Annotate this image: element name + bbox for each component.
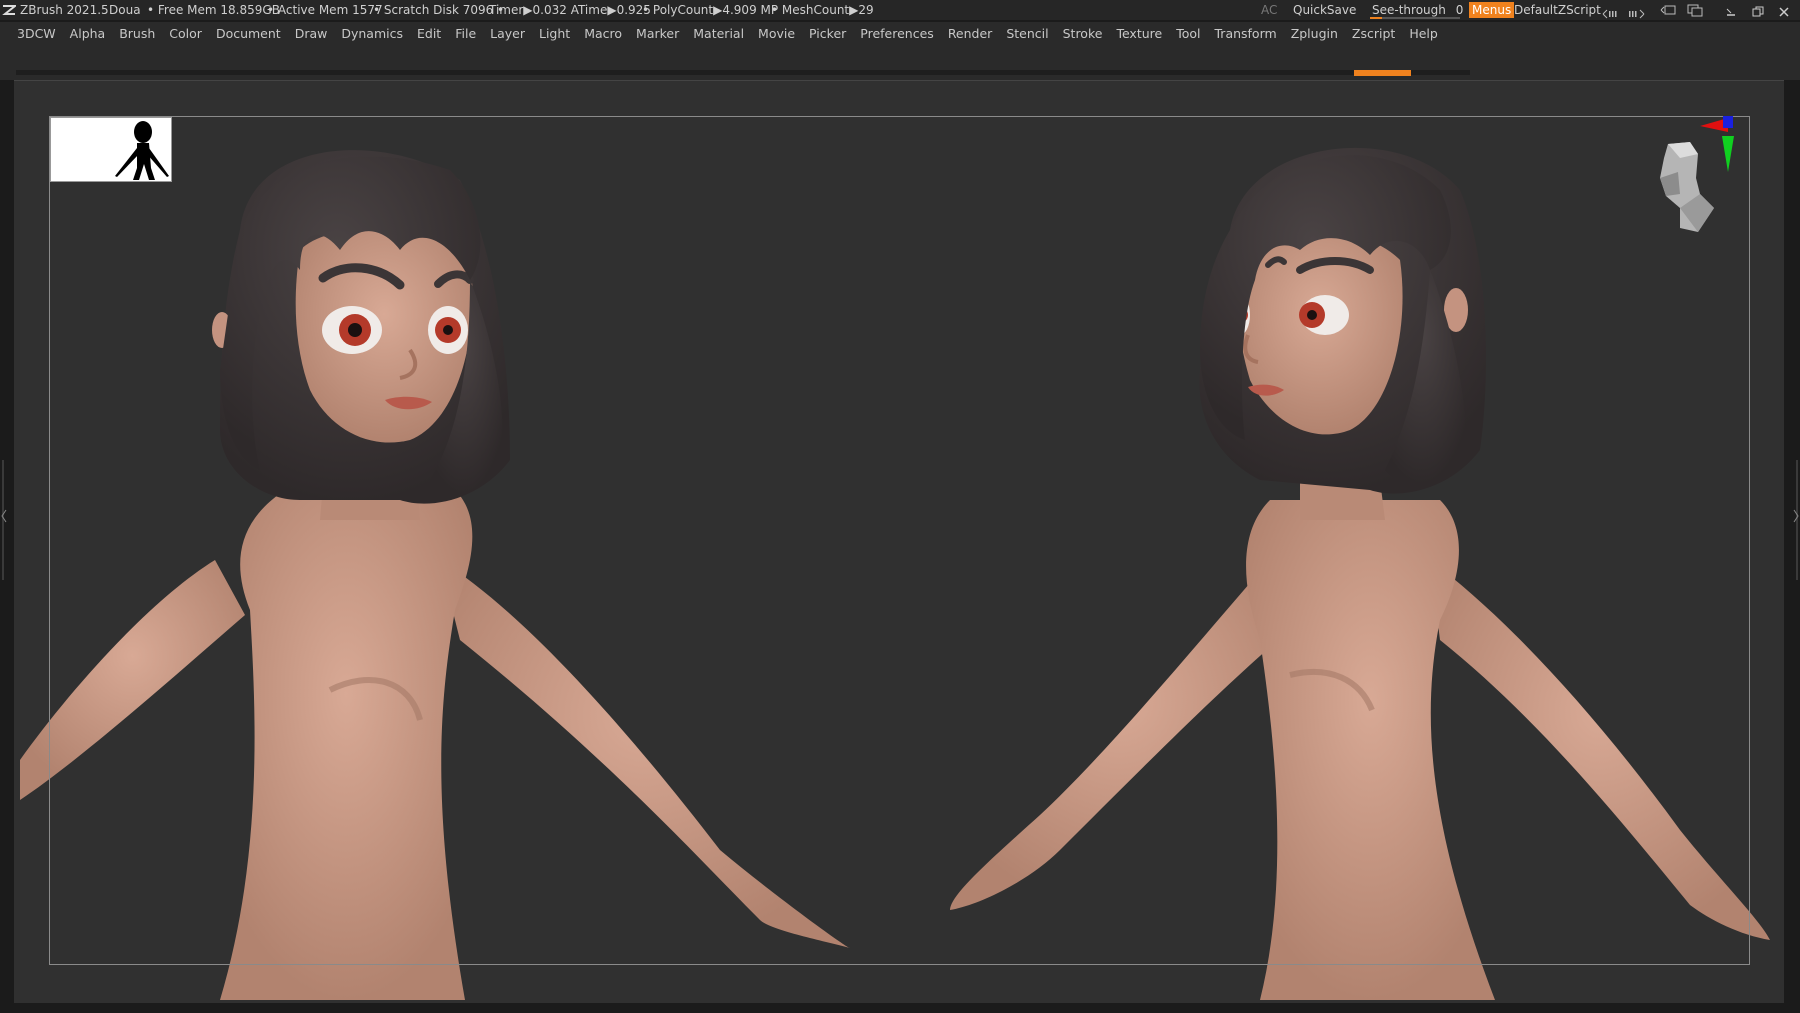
left-tray-handle[interactable] bbox=[0, 460, 8, 580]
menu-item-file[interactable]: File bbox=[448, 22, 483, 46]
zbrush-logo-icon[interactable] bbox=[2, 0, 18, 23]
see-through-track[interactable] bbox=[1370, 17, 1460, 19]
menu-item-picker[interactable]: Picker bbox=[802, 22, 853, 46]
bottom-tray-handle[interactable] bbox=[838, 1004, 962, 1010]
menu-item-movie[interactable]: Movie bbox=[751, 22, 802, 46]
active-mem-readout: • Active Mem 1577 bbox=[267, 3, 383, 17]
menu-item-help[interactable]: Help bbox=[1402, 22, 1445, 46]
menu-item-light[interactable]: Light bbox=[532, 22, 577, 46]
progress-indicator bbox=[1354, 70, 1411, 76]
quicksave-button[interactable]: QuickSave bbox=[1293, 0, 1356, 20]
window-swap-icon[interactable] bbox=[1660, 3, 1680, 23]
xyz-axis-icon[interactable] bbox=[1698, 116, 1734, 172]
menu-item-stroke[interactable]: Stroke bbox=[1056, 22, 1110, 46]
see-through-value: 0 bbox=[1455, 3, 1464, 17]
menu-item-transform[interactable]: Transform bbox=[1208, 22, 1284, 46]
meshcount-readout: • MeshCount▶29 bbox=[771, 3, 874, 17]
silhouette-icon bbox=[115, 121, 169, 180]
menu-item-layer[interactable]: Layer bbox=[483, 22, 532, 46]
close-icon[interactable] bbox=[1778, 4, 1790, 24]
document-bounds bbox=[49, 116, 1750, 965]
navigator-thumbnail[interactable] bbox=[50, 117, 172, 182]
menus-label: Menus bbox=[1469, 2, 1515, 18]
menu-item-zplugin[interactable]: Zplugin bbox=[1284, 22, 1345, 46]
menu-item-edit[interactable]: Edit bbox=[410, 22, 448, 46]
free-mem-readout: • Free Mem 18.859GB bbox=[147, 3, 280, 17]
menu-item-dynamics[interactable]: Dynamics bbox=[334, 22, 410, 46]
polycount-readout: • PolyCount▶4.909 MP bbox=[642, 3, 779, 17]
menu-item-brush[interactable]: Brush bbox=[112, 22, 162, 46]
menu-item-marker[interactable]: Marker bbox=[629, 22, 686, 46]
menu-item-render[interactable]: Render bbox=[941, 22, 1000, 46]
menu-item-material[interactable]: Material bbox=[686, 22, 751, 46]
restore-icon[interactable] bbox=[1752, 4, 1764, 24]
window-layout-icon[interactable] bbox=[1686, 3, 1706, 23]
menu-item-tool[interactable]: Tool bbox=[1169, 22, 1207, 46]
ac-button[interactable]: AC bbox=[1261, 0, 1277, 20]
scratch-disk-readout: • Scratch Disk 7096 • bbox=[373, 3, 505, 17]
menu-item-texture[interactable]: Texture bbox=[1109, 22, 1169, 46]
see-through-fill bbox=[1370, 17, 1382, 19]
menu-item-stencil[interactable]: Stencil bbox=[999, 22, 1055, 46]
document-name: Doua bbox=[109, 3, 141, 17]
timer-readout: Timer▶0.032 ATime▶0.925 bbox=[489, 3, 651, 17]
menu-item-3dcw[interactable]: 3DCW bbox=[0, 22, 63, 46]
menu-item-preferences[interactable]: Preferences bbox=[853, 22, 941, 46]
right-tray-handle[interactable] bbox=[1792, 460, 1800, 580]
menus-toggle-button[interactable]: Menus bbox=[1469, 2, 1515, 18]
default-zscript-button[interactable]: DefaultZScript bbox=[1514, 0, 1601, 20]
minimize-icon[interactable] bbox=[1725, 4, 1737, 24]
menu-item-alpha[interactable]: Alpha bbox=[63, 22, 113, 46]
menu-item-color[interactable]: Color bbox=[162, 22, 209, 46]
menu-item-document[interactable]: Document bbox=[209, 22, 288, 46]
main-menu-bar: 3DCW Alpha Brush Color Document Draw Dynamics E… bbox=[0, 22, 1800, 46]
title-bar: ZBrush 2021.5 Doua • Free Mem 18.859GB •… bbox=[0, 0, 1800, 20]
app-title: ZBrush 2021.5 bbox=[20, 3, 109, 17]
see-through-label: See-through bbox=[1372, 3, 1446, 17]
progress-track bbox=[16, 70, 1470, 75]
menu-item-zscript[interactable]: Zscript bbox=[1345, 22, 1402, 46]
menu-item-draw[interactable]: Draw bbox=[288, 22, 335, 46]
menu-item-macro[interactable]: Macro bbox=[577, 22, 629, 46]
